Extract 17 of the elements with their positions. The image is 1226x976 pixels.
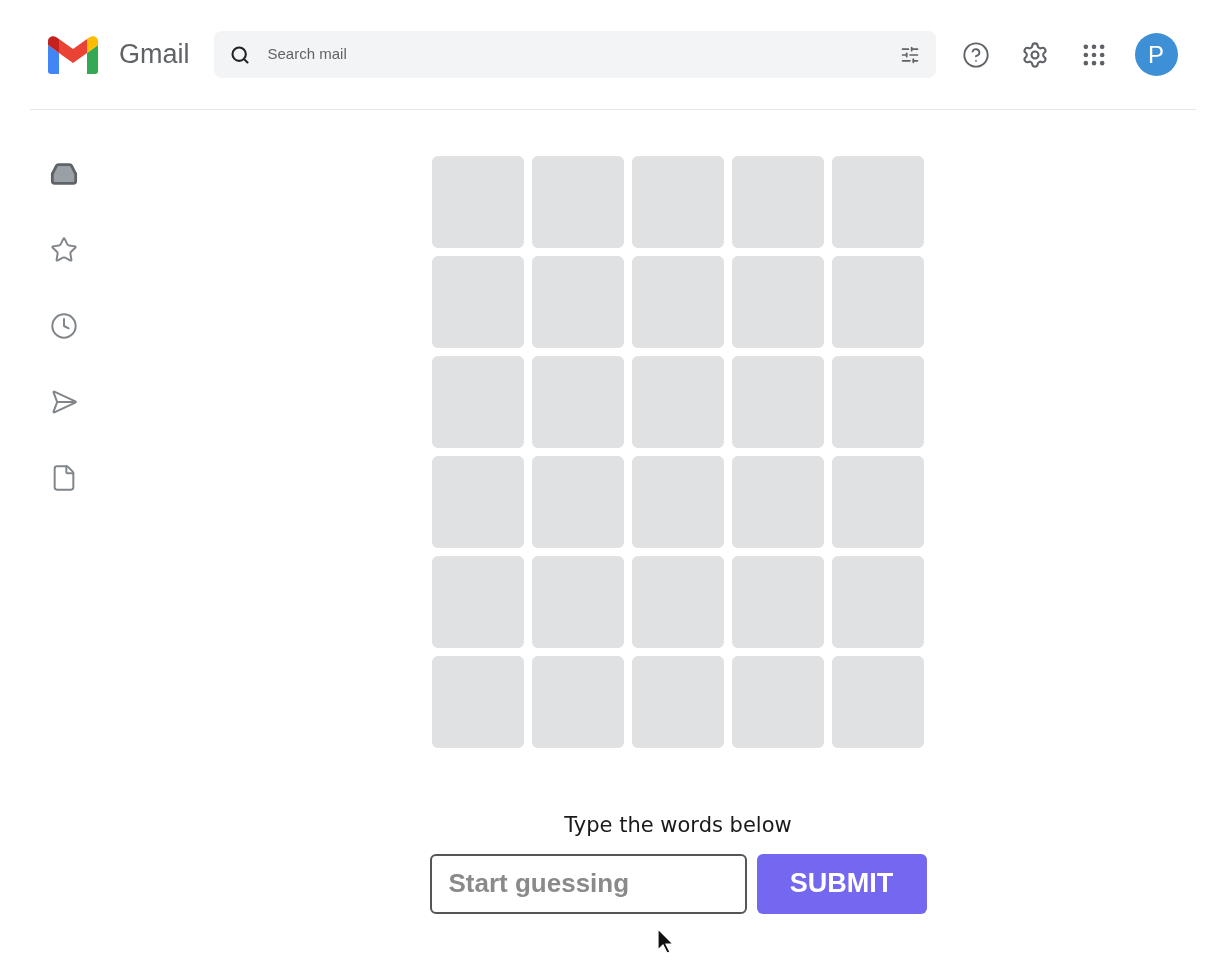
clock-icon[interactable] <box>50 312 78 340</box>
star-icon[interactable] <box>50 236 78 264</box>
app-name: Gmail <box>119 38 190 72</box>
search-bar[interactable]: Search mail <box>213 31 936 78</box>
avatar[interactable]: P <box>1134 33 1178 76</box>
help-icon[interactable] <box>961 40 990 69</box>
send-icon[interactable] <box>50 388 78 416</box>
settings-icon[interactable] <box>1020 40 1049 69</box>
search-field[interactable]: Search mail <box>267 43 900 66</box>
gmail-logo-icon[interactable] <box>48 35 98 74</box>
submit-button[interactable]: SUBMIT <box>756 853 927 914</box>
mouse-cursor-icon <box>657 928 675 954</box>
guess-input-field[interactable]: Start guessing <box>429 853 747 914</box>
inbox-icon[interactable] <box>50 160 78 188</box>
filter-icon[interactable] <box>899 44 920 65</box>
instruction-text: Type the words below <box>564 812 792 839</box>
search-icon[interactable] <box>229 44 250 65</box>
